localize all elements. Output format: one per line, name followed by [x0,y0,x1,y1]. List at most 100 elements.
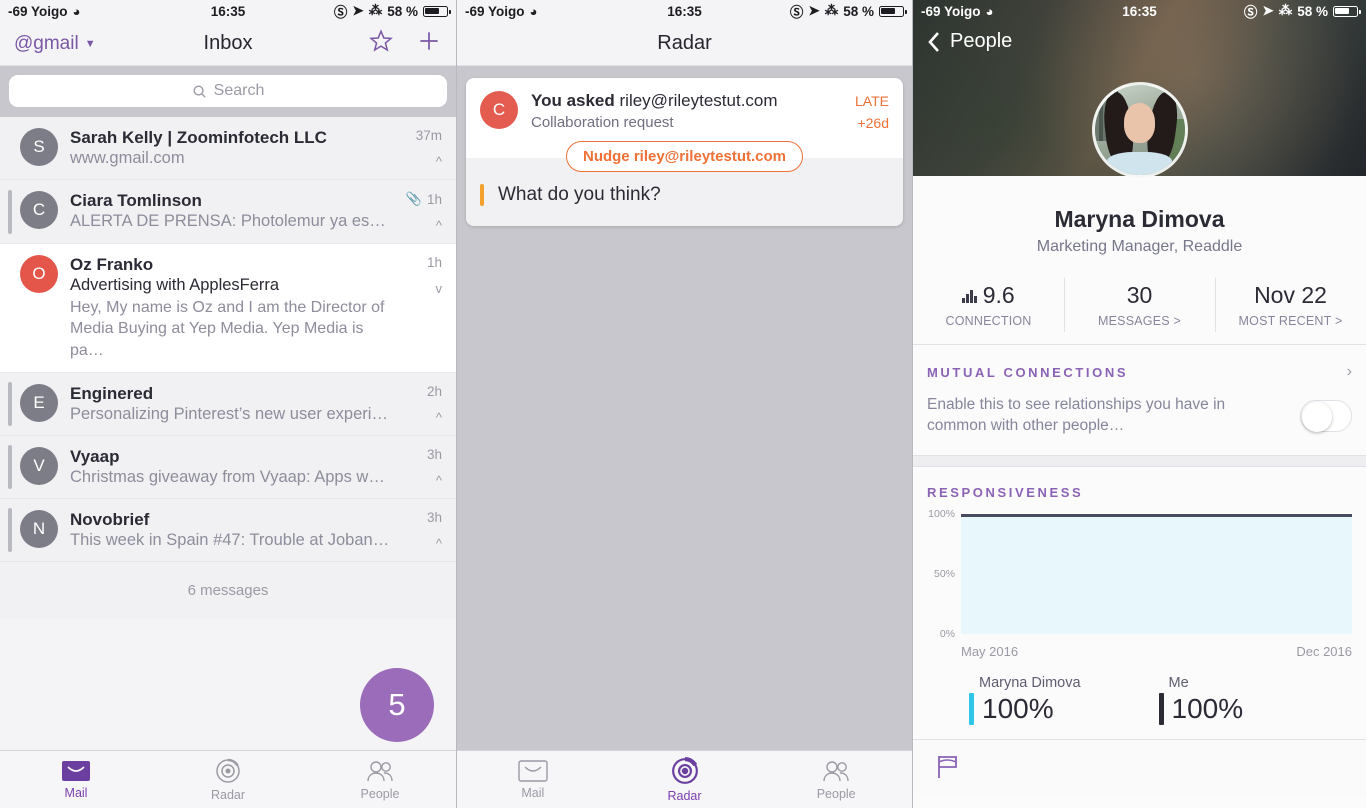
status-bar-right: Ⓢ ➤ ⁂ 58 % [790,1,907,21]
bluetooth-icon: ⁂ [368,3,383,18]
chart-series-line [961,513,1352,517]
chevron-down-icon[interactable]: v [436,282,443,295]
mail-row-body: Ciara Tomlinson ALERTA DE PRENSA: Photol… [70,191,390,232]
mail-row-body: Enginered Personalizing Pinterest’s new … [70,384,390,424]
list-item[interactable]: E Enginered Personalizing Pinterest’s ne… [0,372,456,436]
bluetooth-icon: ⁂ [824,3,839,18]
search-input[interactable]: Search [9,75,447,107]
question-text: What do you think? [498,184,661,206]
stat-value: 9.6 [982,282,1015,308]
tab-mail[interactable]: Mail [457,759,609,800]
mutual-connections-header[interactable]: MUTUAL CONNECTIONS › [913,345,1366,381]
wifi-icon: ◕ [72,3,81,19]
x-tick-end: Dec 2016 [1296,643,1352,659]
subject-line: This week in Spain #47: Trouble at Joban… [70,530,390,549]
sender-name: Ciara Tomlinson [70,191,202,210]
avatar: V [20,446,58,485]
sender-name: Novobrief [70,509,150,529]
chevron-up-icon[interactable]: ^ [436,474,442,487]
battery-percent-label: 58 % [843,3,874,19]
tab-mail[interactable]: Mail [0,760,152,800]
mutual-connections-row: Enable this to see relationships you hav… [913,381,1366,455]
stat-most-recent[interactable]: Nov 22 MOST RECENT > [1215,278,1366,344]
mail-row-body: Oz Franko Advertising with ApplesFerra H… [70,255,390,361]
location-arrow-icon: ➤ [808,3,820,18]
responsiveness-header: RESPONSIVENESS [913,467,1366,500]
battery-percent-label: 58 % [1297,3,1328,19]
sender-name: Sarah Kelly | Zoominfotech LLC [70,128,327,147]
back-button[interactable]: People [913,22,1366,61]
legend-label: Maryna Dimova [979,674,1081,691]
chart-legend: Maryna Dimova 100% Me 100% [913,659,1366,740]
stat-label: CONNECTION [945,314,1032,328]
mail-screen: -69 Yoigo ◕ 16:35 Ⓢ ➤ ⁂ 58 % @gmail ▼ In… [0,0,456,808]
tab-radar[interactable]: Radar [609,756,761,803]
carrier-label: -69 Yoigo [8,3,68,19]
list-item[interactable]: N Novobrief This week in Spain #47: Trou… [0,498,456,562]
tab-people[interactable]: People [760,759,912,801]
section-divider [913,454,1366,467]
envelope-icon [518,759,548,782]
mail-row-body: Vyaap Christmas giveaway from Vyaap: App… [70,447,390,487]
stat-value: Nov 22 [1254,282,1327,308]
tab-label: People [360,786,400,801]
unread-indicator [8,444,12,489]
unread-count-badge[interactable]: 5 [360,668,434,742]
tab-radar[interactable]: Radar [152,758,304,802]
mail-navbar: @gmail ▼ Inbox [0,22,456,66]
legend-value: 100% [982,692,1054,724]
account-switcher[interactable]: @gmail ▼ [14,33,96,55]
y-tick: 0% [939,627,955,640]
section-title: MUTUAL CONNECTIONS [927,364,1129,380]
chevron-up-icon[interactable]: ^ [436,219,442,232]
list-item[interactable]: V Vyaap Christmas giveaway from Vyaap: A… [0,435,456,499]
tab-bar: Mail Radar People [457,750,912,808]
tab-label: People [816,786,856,801]
sender-name: Oz Franko [70,255,154,274]
search-icon [193,85,206,98]
page-title: Radar [457,22,912,66]
legend-swatch [1158,692,1164,725]
list-item[interactable]: S Sarah Kelly | Zoominfotech LLC www.gma… [0,117,456,180]
stat-connection[interactable]: 9.6 CONNECTION [913,278,1064,344]
chevron-up-icon[interactable]: ^ [436,155,442,168]
compose-plus-icon[interactable] [416,28,442,59]
status-bar: -69 Yoigo ◕ 16:35 Ⓢ ➤ ⁂ 58 % [913,0,1366,22]
location-lock-icon: Ⓢ [1243,5,1258,20]
search-bar-container: Search [0,66,456,117]
star-icon[interactable] [368,28,394,59]
status-bar: -69 Yoigo ◕ 16:35 Ⓢ ➤ ⁂ 58 % [0,0,456,22]
radar-icon [216,758,240,783]
flag-icon [938,755,957,778]
stat-messages[interactable]: 30 MESSAGES > [1064,278,1215,344]
radar-card[interactable]: C You asked riley@rileytestut.com Collab… [466,78,903,227]
avatar: E [20,383,58,422]
navbar-actions [368,28,442,59]
legend-label: Me [1168,674,1189,691]
nudge-button[interactable]: Nudge riley@rileytestut.com [565,141,803,173]
list-item[interactable]: O Oz Franko Advertising with ApplesFerra… [0,244,456,373]
tab-bar: Mail Radar People [0,750,456,808]
flag-row[interactable] [913,739,1366,797]
status-bar-left: -69 Yoigo ◕ [465,4,537,19]
unread-indicator [8,507,12,552]
chevron-left-icon [928,31,939,52]
list-item[interactable]: C Ciara Tomlinson ALERTA DE PRENSA: Phot… [0,180,456,244]
avatar-initial: V [33,455,45,475]
mail-row-meta: 1h v [390,255,442,361]
attachment-icon: 📎 [405,191,422,206]
avatar: N [20,509,58,548]
carrier-label: -69 Yoigo [465,3,525,19]
chevron-up-icon[interactable]: ^ [436,537,442,550]
nudge-row: Nudge riley@rileytestut.com [466,141,903,173]
mutual-connections-toggle[interactable] [1300,399,1352,432]
bluetooth-icon: ⁂ [1278,3,1293,18]
stat-label: MOST RECENT > [1238,314,1343,328]
battery-icon [423,5,451,17]
avatar: S [20,128,58,166]
radar-icon [671,756,698,784]
section-title: RESPONSIVENESS [927,484,1084,500]
mail-row-meta: 37m ^ [390,128,442,168]
chevron-up-icon[interactable]: ^ [436,411,442,424]
tab-people[interactable]: People [304,759,456,801]
